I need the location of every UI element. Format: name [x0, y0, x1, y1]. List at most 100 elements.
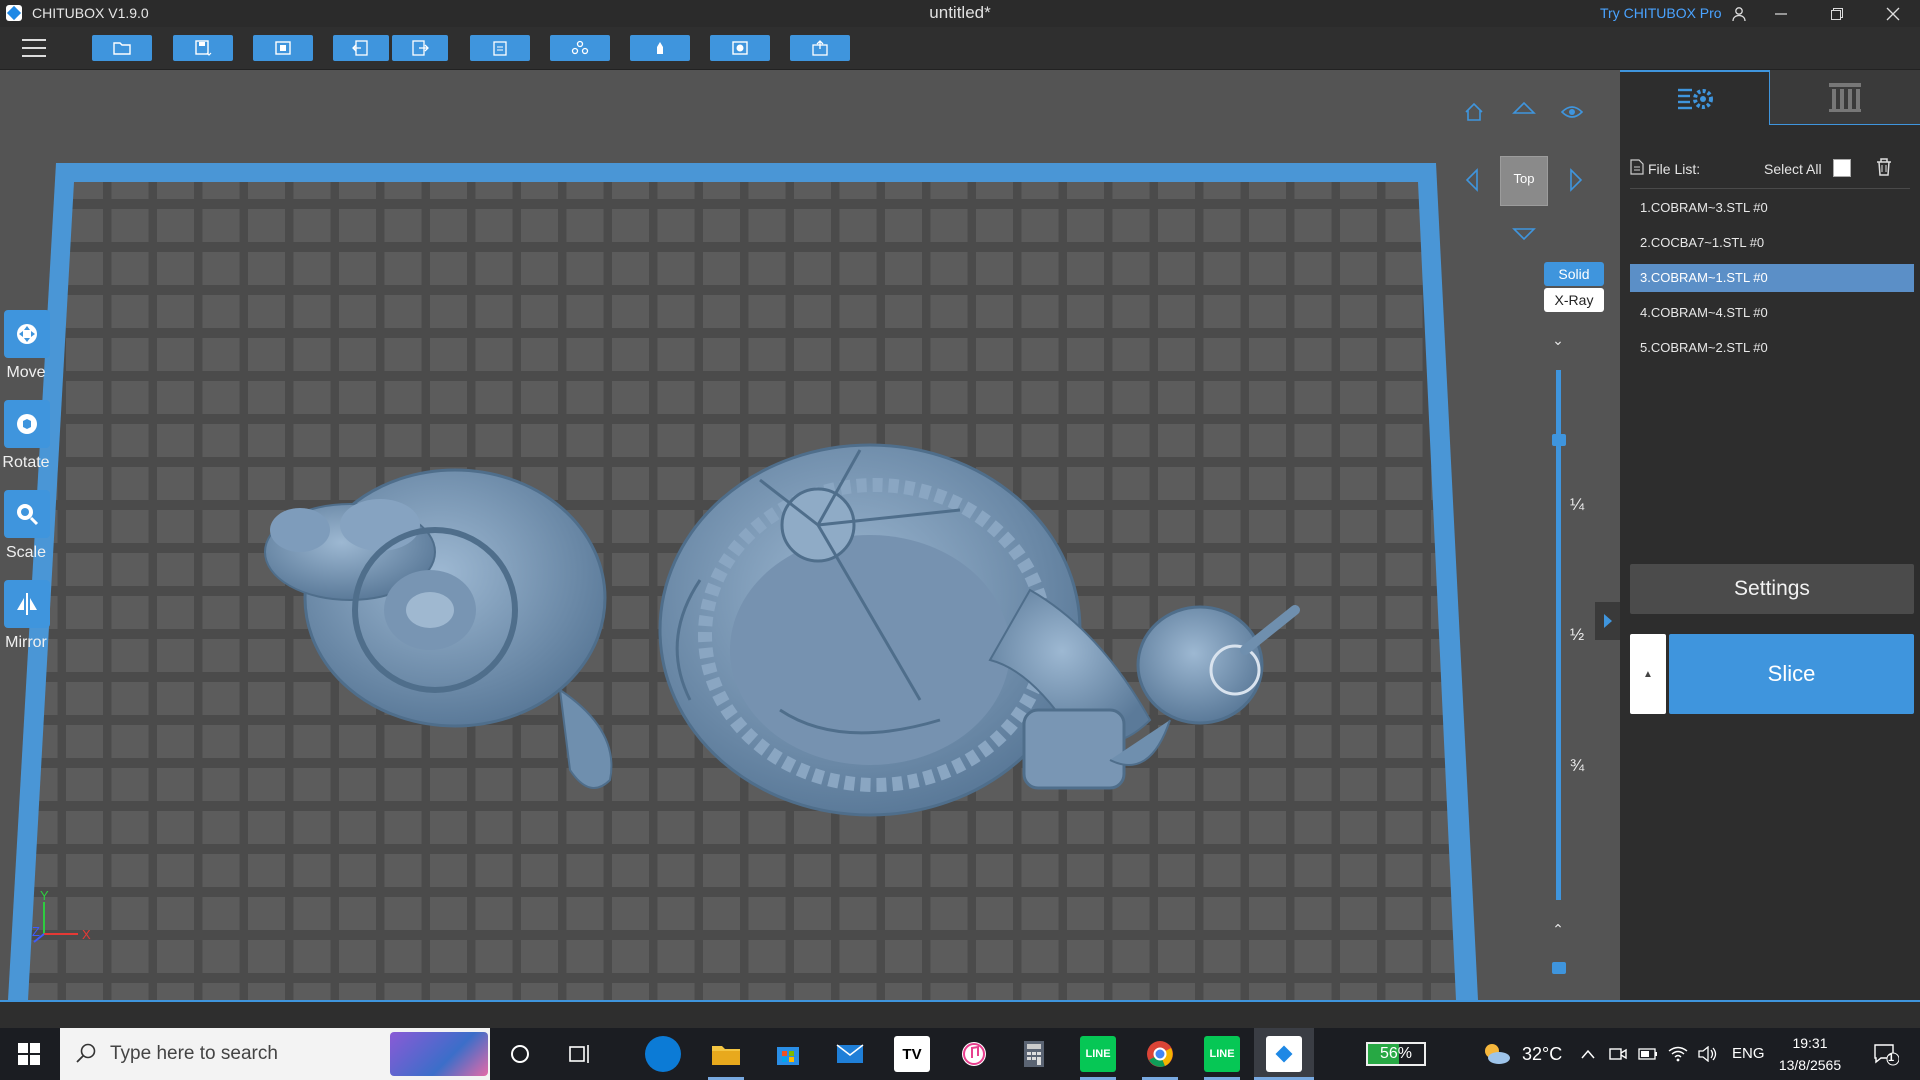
view-left-arrow-icon[interactable] [1458, 166, 1486, 194]
file-list-label: File List: [1648, 161, 1701, 177]
task-view-icon[interactable] [562, 1036, 598, 1072]
rotate-label: Rotate [2, 454, 50, 471]
export-icon [812, 40, 828, 56]
file-explorer-icon[interactable] [708, 1036, 744, 1072]
tradingview-icon[interactable]: TV [894, 1036, 930, 1072]
export-button[interactable] [790, 35, 850, 61]
edge-browser-icon[interactable] [645, 1036, 681, 1072]
title-bar: CHITUBOX V1.9.0 untitled* Try CHITUBOX P… [0, 0, 1920, 27]
arrange-button[interactable] [550, 35, 610, 61]
cortana-icon[interactable] [502, 1036, 538, 1072]
view-cube-top[interactable]: Top [1500, 156, 1548, 206]
panel-collapse-arrow-icon[interactable] [1595, 602, 1620, 640]
slider-mark-quarter: ¼ [1570, 495, 1585, 514]
tab-platform[interactable] [1770, 70, 1920, 125]
right-panel: File List: Select All 1.COBRAM~3.STL #0 … [1620, 70, 1920, 1000]
move-tool[interactable]: Move [0, 310, 52, 400]
arrange-icon [571, 40, 589, 55]
clock-time: 19:31 [1792, 1035, 1828, 1051]
slice-button[interactable]: Slice [1669, 634, 1914, 714]
wifi-icon[interactable] [1664, 1036, 1692, 1072]
solid-mode-button[interactable]: Solid [1544, 262, 1604, 286]
calculator-icon[interactable] [1016, 1036, 1052, 1072]
restore-button[interactable] [1814, 0, 1860, 27]
layer-slider-top-handle[interactable] [1552, 434, 1566, 446]
axis-y-label: Y [40, 890, 49, 903]
undo-button[interactable] [333, 35, 389, 61]
document-icon [1630, 159, 1644, 175]
battery-indicator[interactable]: 56% [1366, 1042, 1426, 1066]
scale-label: Scale [5, 544, 47, 561]
meet-now-icon[interactable] [1604, 1036, 1632, 1072]
mirror-icon[interactable] [4, 580, 50, 628]
open-file-icon [113, 42, 131, 55]
settings-list-icon [1677, 88, 1713, 109]
scale-tool[interactable]: Scale [0, 490, 52, 580]
search-highlight-image [390, 1032, 488, 1076]
file-list-item[interactable]: 5.COBRAM~2.STL #0 [1630, 334, 1914, 362]
layer-slider[interactable] [1552, 340, 1566, 980]
clipboard-icon [493, 41, 507, 56]
weather-cloud-sun-icon[interactable] [1478, 1036, 1514, 1072]
volume-icon[interactable] [1694, 1036, 1722, 1072]
settings-button[interactable]: Settings [1630, 564, 1914, 614]
file-list-item[interactable]: 1.COBRAM~3.STL #0 [1630, 194, 1914, 222]
taskbar-search-input[interactable]: Type here to search [60, 1028, 490, 1080]
try-pro-link[interactable]: Try CHITUBOX Pro [1600, 5, 1722, 21]
eye-visibility-icon[interactable] [1558, 98, 1586, 126]
battery-tray-icon[interactable] [1634, 1036, 1662, 1072]
notification-count: 1 [1888, 1052, 1895, 1064]
app-name: CHITUBOX V1.9.0 [32, 5, 149, 21]
chrome-icon[interactable] [1142, 1036, 1178, 1072]
clipboard-button[interactable] [470, 35, 530, 61]
show-hidden-icons-chevron-icon[interactable] [1574, 1036, 1602, 1072]
input-language[interactable]: ENG [1732, 1045, 1765, 1062]
move-icon[interactable] [4, 310, 50, 358]
minimize-button[interactable] [1758, 0, 1804, 27]
save-button[interactable] [173, 35, 233, 61]
xray-mode-button[interactable]: X-Ray [1544, 288, 1604, 312]
line-app-second-icon[interactable]: LINE [1204, 1036, 1240, 1072]
temperature: 32°C [1522, 1044, 1563, 1064]
scale-icon[interactable] [4, 490, 50, 538]
itunes-icon[interactable] [956, 1036, 992, 1072]
redo-button[interactable] [392, 35, 448, 61]
view-right-arrow-icon[interactable] [1562, 166, 1590, 194]
screenshot-button[interactable] [253, 35, 313, 61]
line-app-icon[interactable]: LINE [1080, 1036, 1116, 1072]
microsoft-store-icon[interactable] [770, 1036, 806, 1072]
notification-center-icon[interactable]: 1 [1866, 1036, 1906, 1072]
mirror-tool[interactable]: Mirror [0, 580, 52, 670]
file-list-item[interactable]: 2.COCBA7~1.STL #0 [1630, 229, 1914, 257]
rotate-tool[interactable]: Rotate [0, 400, 52, 490]
slice-options-toggle[interactable]: ▲ [1630, 634, 1666, 714]
select-all-checkbox[interactable] [1833, 159, 1851, 177]
trash-icon[interactable] [1875, 157, 1893, 177]
view-up-arrow-icon[interactable] [1510, 94, 1538, 122]
panel-tabs [1620, 70, 1920, 125]
search-placeholder: Type here to search [110, 1043, 278, 1064]
file-list-item-selected[interactable]: 3.COBRAM~1.STL #0 [1630, 264, 1914, 292]
layer-up-chevron-icon[interactable]: ⌄ [1548, 920, 1568, 937]
support-button[interactable] [630, 35, 690, 61]
chitubox-taskbar-icon[interactable] [1266, 1036, 1302, 1072]
3d-viewport[interactable]: Top Solid X-Ray ⌄ ¼ ½ ¾ ⌄ Move Rotate Sc… [0, 70, 1620, 1000]
close-button[interactable] [1870, 0, 1916, 27]
redo-icon [412, 40, 429, 56]
slider-mark-three-quarter: ¾ [1570, 756, 1585, 775]
user-account-icon[interactable] [1716, 0, 1762, 27]
windows-start-icon[interactable] [0, 1028, 58, 1080]
file-list-item[interactable]: 4.COBRAM~4.STL #0 [1630, 299, 1914, 327]
hollow-button[interactable] [710, 35, 770, 61]
home-view-icon[interactable] [1460, 98, 1488, 126]
open-file-button[interactable] [92, 35, 152, 61]
system-clock[interactable]: 19:31 13/8/2565 [1770, 1032, 1850, 1076]
layer-slider-bottom-handle[interactable] [1552, 962, 1566, 974]
hamburger-menu-icon[interactable] [20, 36, 48, 60]
battery-percent: 56% [1379, 1045, 1413, 1062]
rotate-icon[interactable] [4, 400, 50, 448]
mail-icon[interactable] [832, 1036, 868, 1072]
tab-settings[interactable] [1620, 70, 1770, 125]
support-icon [657, 42, 663, 54]
view-down-arrow-icon[interactable] [1510, 220, 1538, 248]
